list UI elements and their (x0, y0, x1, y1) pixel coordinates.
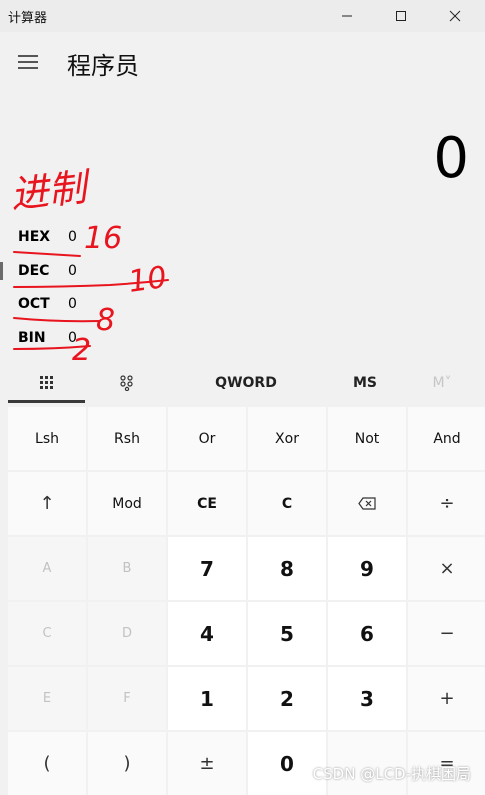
digit-1-key[interactable]: 1 (168, 667, 246, 730)
navigation-menu-button[interactable] (10, 44, 46, 80)
digit-9-key[interactable]: 9 (328, 537, 406, 600)
open-paren-key[interactable]: ( (8, 732, 86, 795)
add-key[interactable]: + (408, 667, 485, 730)
shift-key[interactable]: ↑ (8, 472, 86, 535)
active-tab-indicator (8, 400, 85, 403)
watermark: CSDN @LCD-执棋困局 (312, 765, 471, 783)
minimize-button[interactable] (324, 0, 370, 32)
backspace-key[interactable] (328, 472, 406, 535)
hex-e-key[interactable]: E (8, 667, 86, 730)
digit-3-key[interactable]: 3 (328, 667, 406, 730)
radix-oct-row[interactable]: OCT 0 (0, 287, 200, 321)
hex-b-key[interactable]: B (88, 537, 166, 600)
clear-key[interactable]: C (248, 472, 326, 535)
subtract-key[interactable]: − (408, 602, 485, 665)
and-key[interactable]: And (408, 407, 485, 470)
digit-7-key[interactable]: 7 (168, 537, 246, 600)
radix-value: 0 (68, 229, 77, 245)
lsh-key[interactable]: Lsh (8, 407, 86, 470)
minimize-icon (342, 15, 352, 17)
radix-name: OCT (18, 296, 50, 312)
digit-2-key[interactable]: 2 (248, 667, 326, 730)
maximize-button[interactable] (378, 0, 424, 32)
not-key[interactable]: Not (328, 407, 406, 470)
multiply-key[interactable]: × (408, 537, 485, 600)
radix-name: HEX (18, 229, 51, 245)
keypad-grid-icon (39, 376, 53, 389)
hex-a-key[interactable]: A (8, 537, 86, 600)
xor-key[interactable]: Xor (248, 407, 326, 470)
bit-toggling-keypad-tab[interactable] (88, 365, 165, 401)
rsh-key[interactable]: Rsh (88, 407, 166, 470)
title-bar: 计算器 (0, 0, 485, 32)
digit-6-key[interactable]: 6 (328, 602, 406, 665)
word-size-button[interactable]: QWORD (196, 365, 296, 401)
bit-toggle-icon (119, 375, 133, 391)
app-title: 计算器 (8, 11, 48, 26)
hamburger-icon (18, 55, 38, 69)
memory-view-button[interactable]: M˅ (412, 365, 472, 401)
divide-key[interactable]: ÷ (408, 472, 485, 535)
radix-bin-row[interactable]: BIN 0 (0, 321, 200, 355)
radix-dec-row[interactable]: DEC 0 (0, 254, 200, 288)
radix-hex-row[interactable]: HEX 0 (0, 220, 200, 254)
annotation-heading: 进制 (8, 165, 94, 217)
mode-title: 程序员 (67, 52, 139, 80)
header: 程序员 (0, 36, 485, 92)
hex-f-key[interactable]: F (88, 667, 166, 730)
radix-name: BIN (18, 330, 46, 346)
clear-entry-key[interactable]: CE (168, 472, 246, 535)
radix-value: 0 (68, 296, 77, 312)
full-keypad-tab[interactable] (8, 365, 85, 401)
hex-d-key[interactable]: D (88, 602, 166, 665)
result-display: 0 (433, 126, 469, 191)
negate-key[interactable]: ± (168, 732, 246, 795)
close-icon (449, 10, 461, 22)
keypad: Lsh Rsh Or Xor Not And ↑ Mod CE C ÷ A B … (8, 407, 485, 795)
close-paren-key[interactable]: ) (88, 732, 166, 795)
or-key[interactable]: Or (168, 407, 246, 470)
close-button[interactable] (432, 0, 478, 32)
backspace-icon (358, 497, 376, 510)
hex-c-key[interactable]: C (8, 602, 86, 665)
radix-value: 0 (68, 263, 77, 279)
maximize-icon (396, 11, 406, 21)
digit-8-key[interactable]: 8 (248, 537, 326, 600)
radix-name: DEC (18, 263, 50, 279)
mod-key[interactable]: Mod (88, 472, 166, 535)
digit-4-key[interactable]: 4 (168, 602, 246, 665)
digit-5-key[interactable]: 5 (248, 602, 326, 665)
memory-store-button[interactable]: MS (335, 365, 395, 401)
keypad-toolbar: QWORD MS M˅ (0, 365, 485, 403)
radix-value: 0 (68, 330, 77, 346)
